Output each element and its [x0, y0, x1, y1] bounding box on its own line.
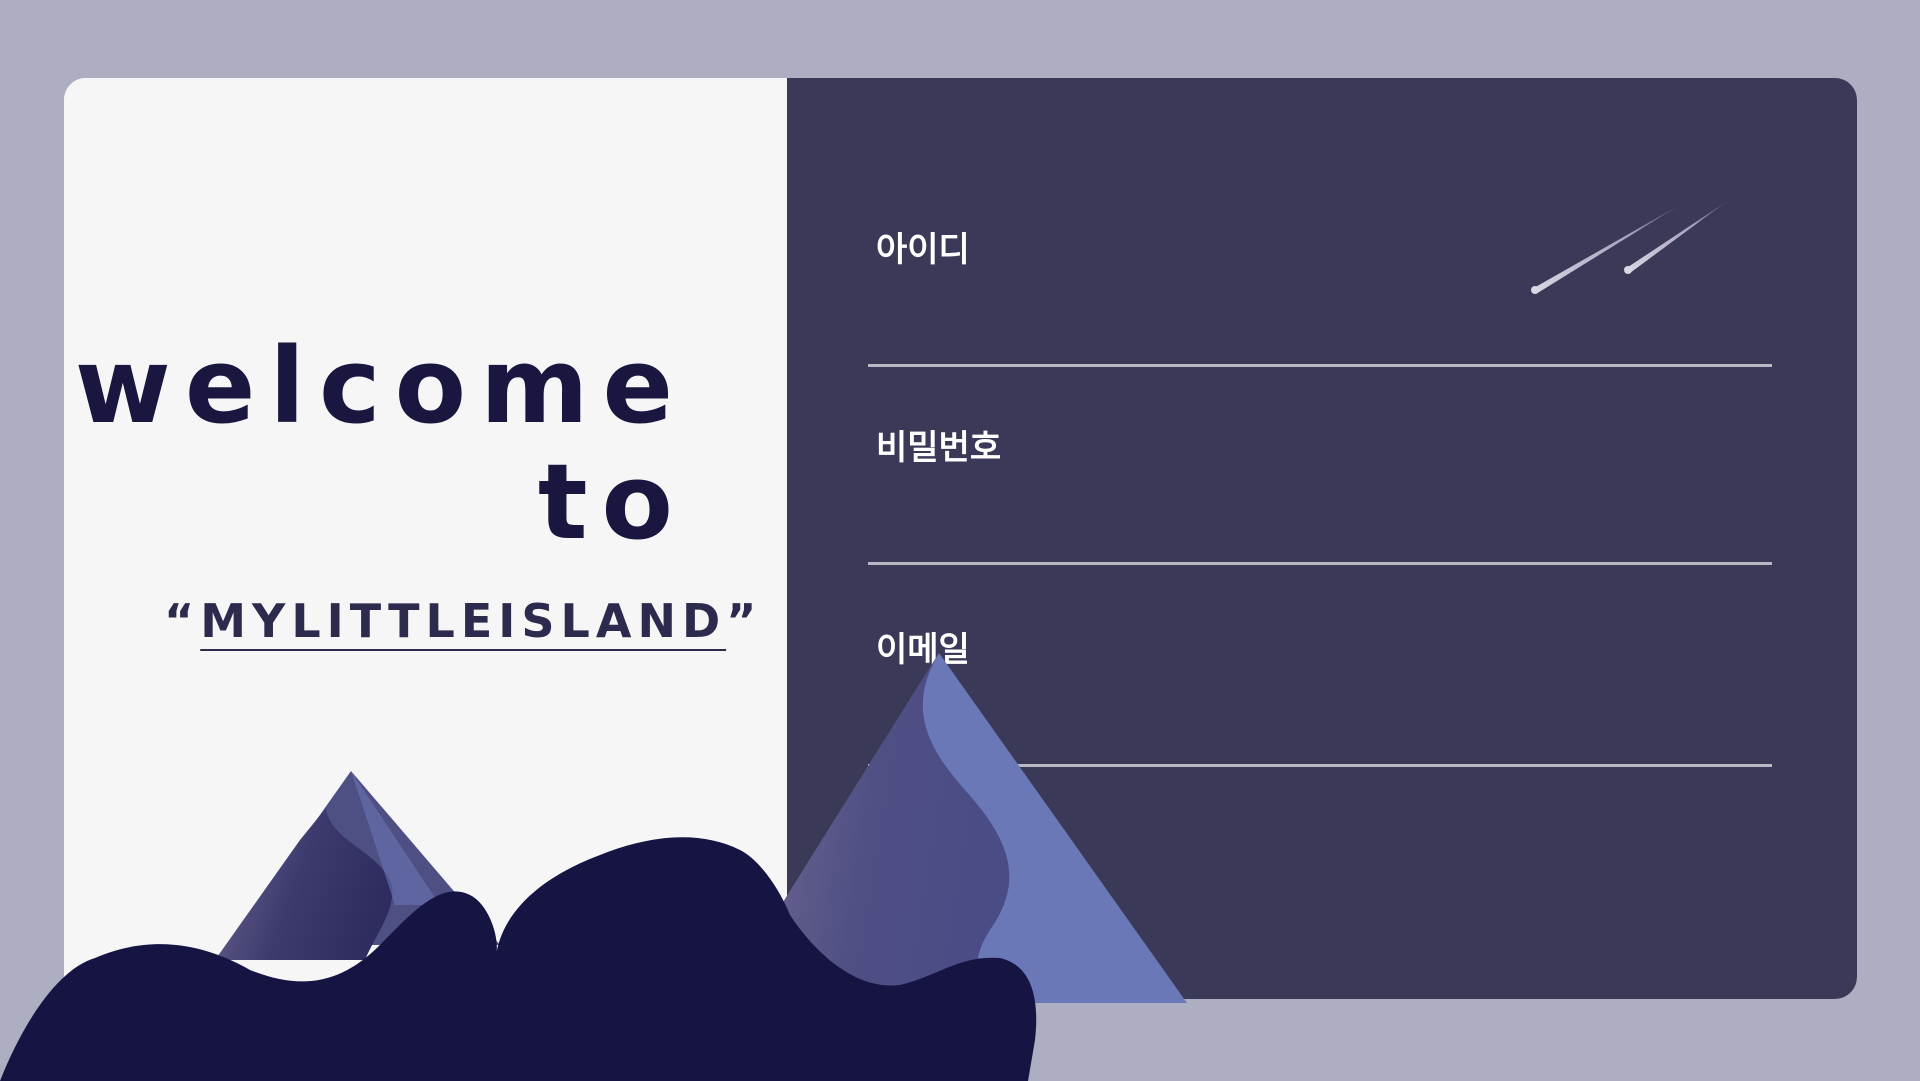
welcome-line-1: welcome [74, 325, 687, 447]
welcome-heading: welcome to [75, 328, 687, 560]
close-quote: ” [726, 594, 763, 648]
email-input[interactable] [868, 702, 1772, 767]
welcome-panel: welcome to “MYLITTLEISLAND” [64, 78, 787, 999]
id-input[interactable] [868, 302, 1772, 367]
welcome-line-2: to [537, 441, 687, 563]
password-label: 비밀번호 [876, 428, 1002, 468]
island-title: “MYLITTLEISLAND” [164, 594, 762, 648]
email-label: 이메일 [876, 630, 970, 670]
open-quote: “ [164, 594, 201, 648]
island-name: MYLITTLEISLAND [200, 594, 727, 648]
password-input[interactable] [868, 500, 1772, 565]
id-label: 아이디 [876, 230, 970, 270]
login-screen: welcome to “MYLITTLEISLAND” 아이디 비밀번호 이메일 [0, 0, 1920, 1081]
